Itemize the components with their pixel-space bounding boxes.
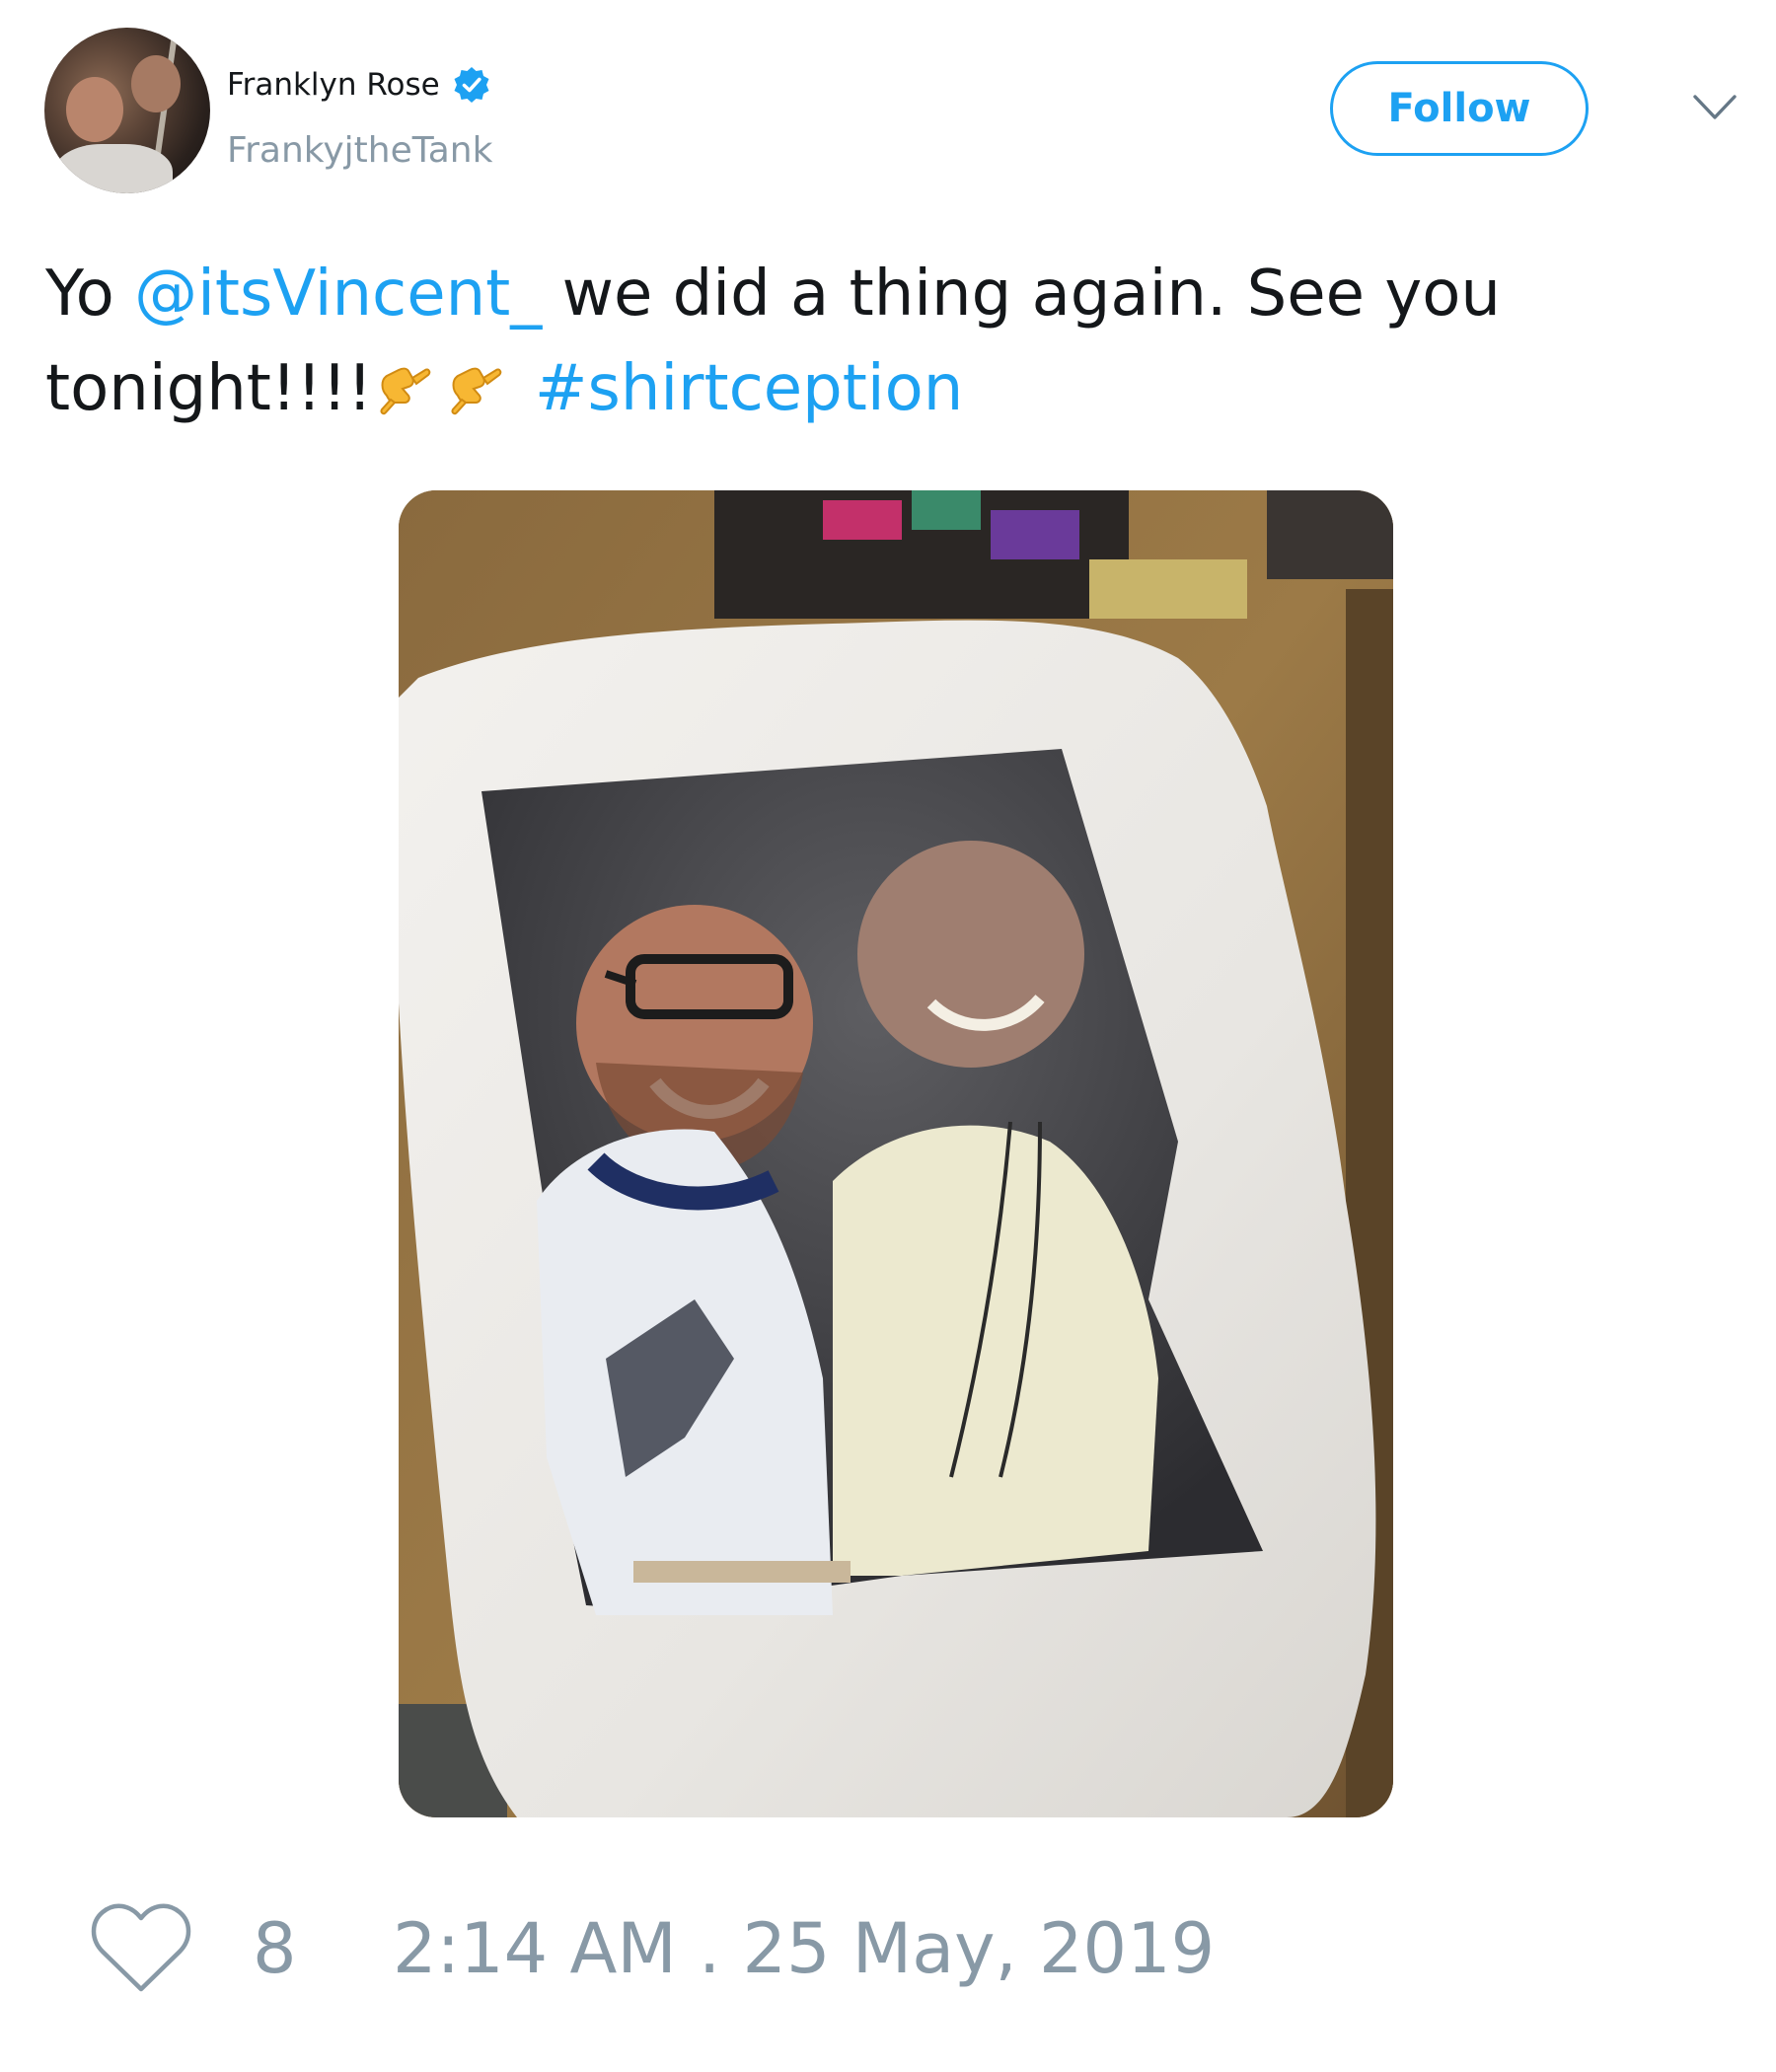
hashtag-link[interactable]: #shirtception <box>535 352 964 425</box>
author-name-text: Franklyn Rose <box>227 67 440 103</box>
verified-badge-icon <box>454 67 489 103</box>
tweet-timestamp[interactable]: 2:14 AM . 25 May, 2019 <box>393 1908 1215 1989</box>
like-count: 8 <box>253 1908 297 1989</box>
call-me-hand-emoji-icon <box>451 367 501 415</box>
mention-link[interactable]: @itsVincent_ <box>134 258 542 331</box>
tweet-card: Franklyn Rose FrankyjtheTank Follow Yo @… <box>0 0 1776 2072</box>
tweet-photo[interactable] <box>399 490 1393 1817</box>
author-avatar[interactable] <box>44 28 210 193</box>
tweet-footer: 8 2:14 AM . 25 May, 2019 <box>89 1902 1667 2001</box>
tweet-text: Yo @itsVincent_ we did a thing again. Se… <box>45 247 1723 436</box>
photo-shirt-with-printed-selfie <box>399 490 1393 1817</box>
follow-button[interactable]: Follow <box>1330 61 1589 156</box>
chevron-down-icon[interactable] <box>1691 91 1739 124</box>
tweet-text-prefix: Yo <box>45 258 135 331</box>
author-display-name[interactable]: Franklyn Rose <box>227 65 491 105</box>
call-me-hand-emoji-icon <box>380 367 430 415</box>
heart-icon[interactable] <box>89 1902 193 1997</box>
author-handle[interactable]: FrankyjtheTank <box>227 130 492 171</box>
